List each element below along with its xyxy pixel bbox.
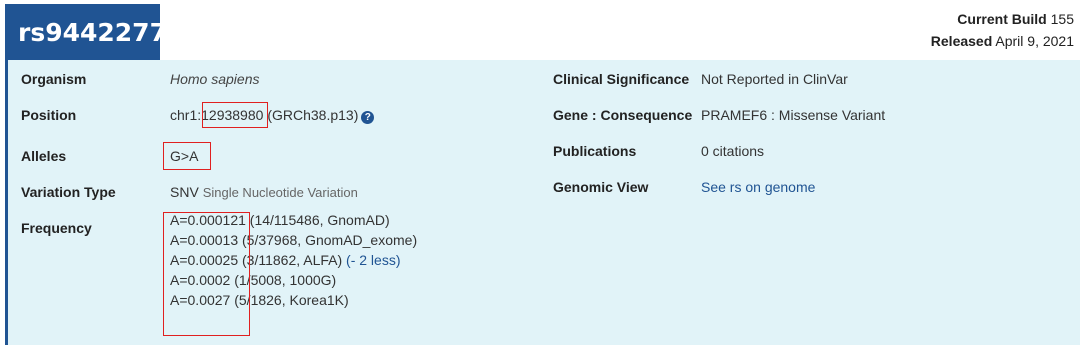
genomic-view-link[interactable]: See rs on genome — [701, 179, 815, 195]
position-coordinate: 12938980 — [201, 107, 264, 123]
frequency-row: A=0.0002 (1/5008, 1000G) — [170, 272, 337, 288]
current-build: Current Build 155 — [957, 11, 1074, 27]
show-less-link[interactable]: (- 2 less) — [346, 252, 400, 268]
publications-label: Publications — [553, 143, 637, 159]
position-value: chr1:12938980 (GRCh38.p13)? — [170, 107, 375, 124]
frequency-row: A=0.000121 (14/115486, GnomAD) — [170, 212, 390, 228]
rs-id-title: rs9442277 — [5, 4, 167, 60]
released-date: Released April 9, 2021 — [930, 33, 1074, 49]
frequency-row: A=0.00013 (5/37968, GnomAD_exome) — [170, 232, 418, 248]
build-info: Current Build 155 Released April 9, 2021 — [931, 8, 1074, 52]
gene-consequence-value: PRAMEF6 : Missense Variant — [701, 107, 886, 123]
variation-type-value: SNV Single Nucleotide Variation — [170, 184, 358, 200]
frequency-list: A=0.000121 (14/115486, GnomAD) A=0.00013… — [170, 210, 417, 310]
gene-consequence-label: Gene : Consequence — [553, 107, 693, 123]
summary-panel: Organism Homo sapiens Position chr1:1293… — [5, 60, 1080, 345]
organism-value: Homo sapiens — [170, 71, 260, 87]
alleles-value: G>A — [170, 148, 199, 164]
position-label: Position — [21, 107, 77, 123]
genomic-view-label: Genomic View — [553, 179, 649, 195]
frequency-row: A=0.00025 (3/11862, ALFA) (- 2 less) — [170, 252, 401, 268]
variation-type-label: Variation Type — [21, 184, 116, 200]
publications-value[interactable]: 0 citations — [701, 143, 764, 159]
organism-label: Organism — [21, 71, 87, 87]
help-icon[interactable]: ? — [361, 111, 375, 124]
frequency-row: A=0.0027 (5/1826, Korea1K) — [170, 292, 349, 308]
alleles-label: Alleles — [21, 148, 67, 164]
clinical-significance-value: Not Reported in ClinVar — [701, 71, 848, 87]
clinical-significance-label: Clinical Significance — [553, 71, 690, 87]
frequency-label: Frequency — [21, 220, 92, 236]
